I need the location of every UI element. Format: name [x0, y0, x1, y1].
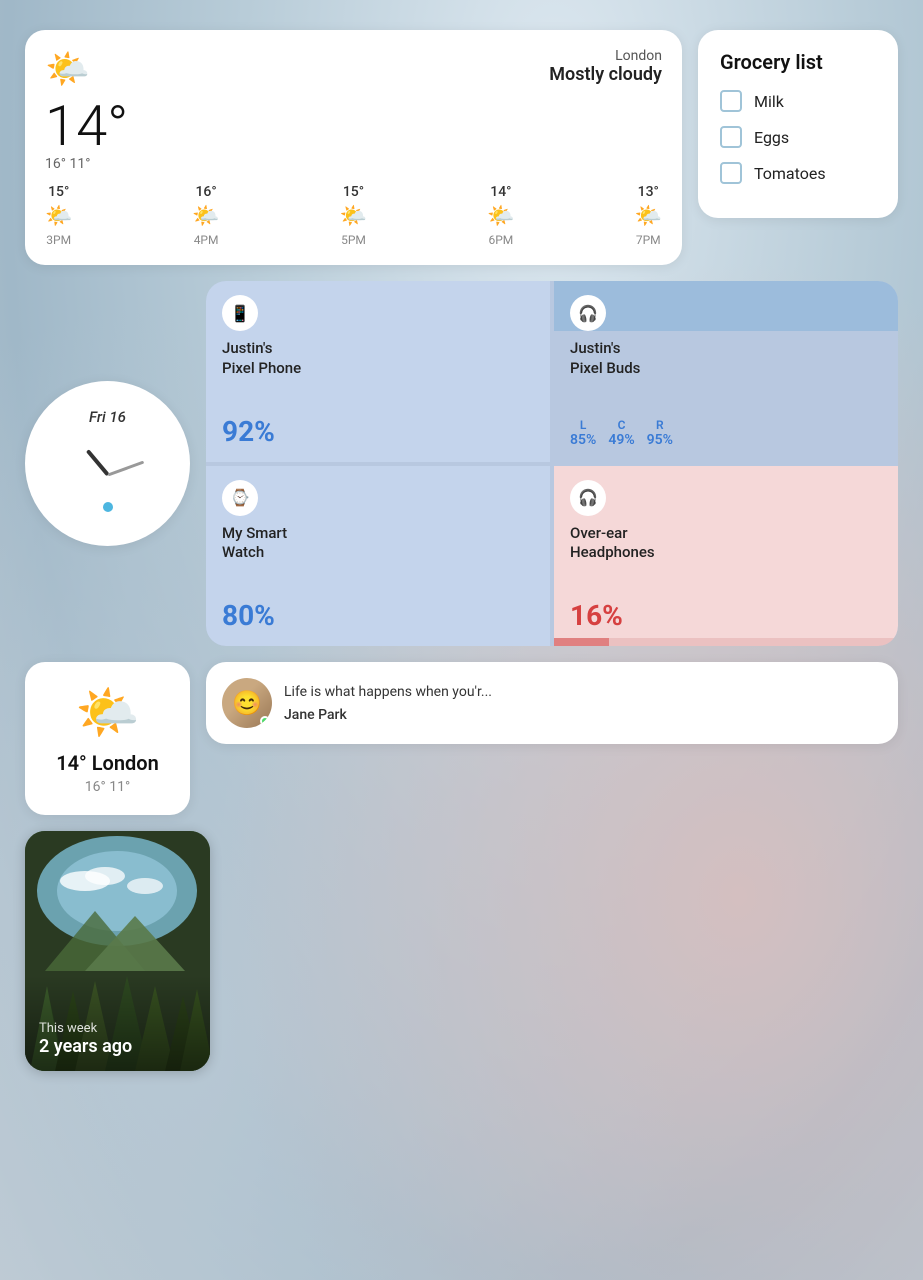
- memory-period: This week: [39, 1021, 132, 1036]
- message-widget[interactable]: 😊 Life is what happens when you'r... Jan…: [206, 662, 898, 744]
- weather-hilo: 16° 11°: [45, 156, 662, 172]
- forecast-item-2: 16° 🌤️ 4PM: [192, 184, 219, 247]
- online-indicator: [260, 716, 270, 726]
- weather-icon: 🌤️: [45, 48, 90, 90]
- forecast-item-3: 15° 🌤️ 5PM: [340, 184, 367, 247]
- message-content: Life is what happens when you'r... Jane …: [284, 683, 882, 723]
- forecast-item-5: 13° 🌤️ 7PM: [635, 184, 662, 247]
- weather-small-temp: 14° London: [56, 751, 159, 775]
- pixel-phone-battery: 92%: [222, 415, 534, 448]
- weather-small-icon: 🌤️: [75, 682, 140, 743]
- pixel-buds-icon: 🎧: [570, 295, 606, 331]
- clock-face: [63, 430, 153, 520]
- message-sender: Jane Park: [284, 707, 882, 723]
- device-card-headphones[interactable]: 🎧 Over-earHeadphones 16%: [554, 466, 898, 647]
- headphones-name: Over-earHeadphones: [570, 524, 882, 563]
- pixel-phone-name: Justin'sPixel Phone: [222, 339, 534, 378]
- weather-city: London: [549, 48, 662, 64]
- smartwatch-name: My SmartWatch: [222, 524, 534, 563]
- weather-temp: 14°: [45, 98, 662, 154]
- grocery-item-eggs[interactable]: Eggs: [720, 126, 876, 148]
- grocery-label-milk: Milk: [754, 92, 784, 111]
- pixel-buds-name: Justin'sPixel Buds: [570, 339, 882, 378]
- smartwatch-battery: 80%: [222, 599, 534, 632]
- weather-small-hilo: 16° 11°: [85, 779, 130, 795]
- smartwatch-icon: ⌚: [222, 480, 258, 516]
- grocery-checkbox-milk[interactable]: [720, 90, 742, 112]
- devices-grid: 📱 Justin'sPixel Phone 92% 🎧 Justin'sPixe…: [206, 281, 898, 646]
- weather-condition: Mostly cloudy: [549, 64, 662, 85]
- grocery-checkbox-eggs[interactable]: [720, 126, 742, 148]
- bud-left: L 85%: [570, 418, 596, 448]
- forecast-item-4: 14° 🌤️ 6PM: [487, 184, 514, 247]
- message-text: Life is what happens when you'r...: [284, 683, 882, 703]
- bud-right: R 95%: [647, 418, 673, 448]
- weather-widget[interactable]: 🌤️ London Mostly cloudy 14° 16° 11° 15° …: [25, 30, 682, 265]
- message-avatar: 😊: [222, 678, 272, 728]
- device-card-pixel-phone[interactable]: 📱 Justin'sPixel Phone 92%: [206, 281, 550, 462]
- grocery-label-eggs: Eggs: [754, 128, 789, 147]
- clock-minute-hand: [107, 460, 144, 476]
- buds-levels: L 85% C 49% R 95%: [570, 418, 882, 448]
- grocery-widget[interactable]: Grocery list Milk Eggs Tomatoes: [698, 30, 898, 218]
- pixel-phone-icon: 📱: [222, 295, 258, 331]
- grocery-item-milk[interactable]: Milk: [720, 90, 876, 112]
- clock-hour-hand: [85, 449, 109, 476]
- photo-caption: This week 2 years ago: [39, 1021, 132, 1057]
- grocery-checkbox-tomatoes[interactable]: [720, 162, 742, 184]
- device-card-smartwatch[interactable]: ⌚ My SmartWatch 80%: [206, 466, 550, 647]
- grocery-item-tomatoes[interactable]: Tomatoes: [720, 162, 876, 184]
- grocery-label-tomatoes: Tomatoes: [754, 164, 826, 183]
- clock-second-dot: [103, 502, 113, 512]
- headphones-icon: 🎧: [570, 480, 606, 516]
- clock-widget[interactable]: Fri 16: [25, 381, 190, 546]
- device-card-pixel-buds[interactable]: 🎧 Justin'sPixel Buds L 85% C 49% R 95%: [554, 281, 898, 462]
- grocery-title: Grocery list: [720, 50, 876, 74]
- photo-memory-widget[interactable]: This week 2 years ago: [25, 831, 210, 1071]
- bud-case: C 49%: [608, 418, 634, 448]
- weather-small-widget[interactable]: 🌤️ 14° London 16° 11°: [25, 662, 190, 815]
- clock-date: Fri 16: [89, 408, 126, 426]
- forecast-item-1: 15° 🌤️ 3PM: [45, 184, 72, 247]
- weather-forecast: 15° 🌤️ 3PM 16° 🌤️ 4PM 15° 🌤️ 5PM 14° 🌤️: [45, 184, 662, 247]
- memory-timeago: 2 years ago: [39, 1036, 132, 1057]
- headphones-battery: 16%: [570, 599, 882, 632]
